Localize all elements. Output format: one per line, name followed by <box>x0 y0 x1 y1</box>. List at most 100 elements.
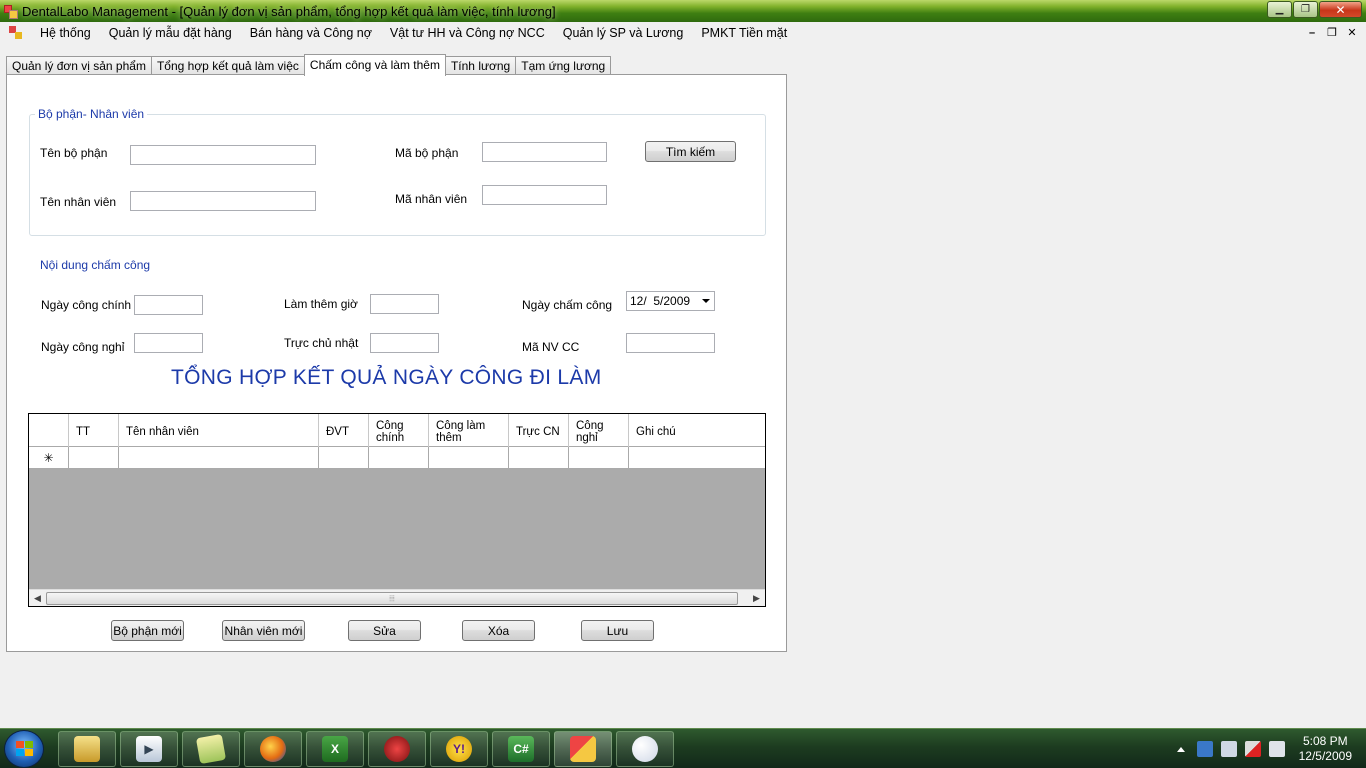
taskbar-csharp[interactable]: C# <box>492 731 550 767</box>
bluetooth-icon[interactable] <box>1196 741 1213 757</box>
firefox-icon <box>260 736 286 762</box>
taskbar-paint[interactable] <box>616 731 674 767</box>
cell-tt[interactable] <box>69 447 119 469</box>
grid-new-row[interactable]: ✳ <box>29 447 765 469</box>
scroll-thumb[interactable]: ⦙⦙⦙ <box>46 592 738 605</box>
cell-dvt[interactable] <box>319 447 369 469</box>
overtime-input[interactable] <box>370 294 439 314</box>
chevron-down-icon[interactable] <box>702 299 710 303</box>
taskbar: ▶ X Y! C# 5:08 PM 12/5/2009 <box>0 728 1366 768</box>
window-title: DentalLabo Management - [Quản lý đơn vị … <box>22 3 556 19</box>
emp-name-input[interactable] <box>130 191 316 211</box>
column-header-cong-lam-them[interactable]: Công làm thêm <box>429 414 509 447</box>
dept-code-input[interactable] <box>482 142 607 162</box>
column-header-tt[interactable]: TT <box>69 414 119 447</box>
menu-quan-ly-sp-luong[interactable]: Quản lý SP và Lương <box>554 22 693 44</box>
network-icon[interactable] <box>1220 741 1237 757</box>
horizontal-scrollbar[interactable]: ◀ ⦙⦙⦙ ▶ <box>29 589 765 606</box>
taskbar-media-player[interactable]: ▶ <box>120 731 178 767</box>
show-hidden-icons-icon[interactable] <box>1176 746 1185 752</box>
dept-employee-group-title: Bộ phận- Nhân viên <box>35 107 148 121</box>
windows-logo-icon <box>16 741 34 758</box>
attendance-date-label: Ngày chấm công <box>522 298 613 312</box>
new-dept-button[interactable]: Bộ phận mới <box>111 620 184 641</box>
system-clock[interactable]: 5:08 PM 12/5/2009 <box>1299 734 1352 764</box>
clock-time: 5:08 PM <box>1302 734 1348 748</box>
tab-strip: Quản lý đơn vị sản phẩm Tổng hợp kết quả… <box>6 54 612 76</box>
column-header-cong-chinh[interactable]: Công chính <box>369 414 429 447</box>
column-header-dvt[interactable]: ĐVT <box>319 414 369 447</box>
taskbar-yahoo[interactable]: Y! <box>430 731 488 767</box>
taskbar-game[interactable] <box>368 731 426 767</box>
cell-ten-nhan-vien[interactable] <box>119 447 319 469</box>
tab-panel: Bộ phận- Nhân viên Tên bộ phận Mã bộ phậ… <box>6 74 787 652</box>
maximize-button[interactable]: ❐ <box>1293 1 1318 18</box>
taskbar-dentallabo[interactable] <box>554 731 612 767</box>
scroll-left-icon[interactable]: ◀ <box>29 590 46 606</box>
attendance-grid[interactable]: TT Tên nhân viên ĐVT Công chính Công làm… <box>28 413 766 607</box>
main-days-input[interactable] <box>134 295 203 315</box>
close-button[interactable]: ✕ <box>1319 1 1362 18</box>
delete-button[interactable]: Xóa <box>462 620 535 641</box>
mdi-restore-icon[interactable]: ❐ <box>1322 26 1342 40</box>
dept-employee-groupbox <box>29 114 766 236</box>
column-header-cong-nghi[interactable]: Công nghỉ <box>569 414 629 447</box>
taskbar-explorer[interactable] <box>58 731 116 767</box>
volume-muted-icon[interactable] <box>1244 741 1261 757</box>
save-button[interactable]: Lưu <box>581 620 654 641</box>
grid-header: TT Tên nhân viên ĐVT Công chính Công làm… <box>29 414 765 447</box>
tab-tam-ung-luong[interactable]: Tạm ứng lương <box>515 56 612 75</box>
taskbar-firefox[interactable] <box>244 731 302 767</box>
off-days-input[interactable] <box>134 333 203 353</box>
cell-cong-lam-them[interactable] <box>429 447 509 469</box>
cell-truc-cn[interactable] <box>509 447 569 469</box>
mdi-child-icon[interactable] <box>9 26 23 40</box>
column-header-truc-cn[interactable]: Trực CN <box>509 414 569 447</box>
sunday-duty-input[interactable] <box>370 333 439 353</box>
emp-name-label: Tên nhân viên <box>40 195 117 209</box>
dept-name-label: Tên bộ phận <box>40 146 108 160</box>
dept-code-label: Mã bộ phận <box>395 146 459 160</box>
app-icon <box>3 4 18 19</box>
tab-tinh-luong[interactable]: Tính lương <box>444 56 517 75</box>
window-controls: ▁ ❐ ✕ <box>1266 1 1362 18</box>
search-button[interactable]: Tìm kiếm <box>645 141 736 162</box>
new-row-marker-icon: ✳ <box>29 447 69 469</box>
menu-ban-hang-cong-no[interactable]: Bán hàng và Công nợ <box>241 22 381 44</box>
tab-tong-hop-ket-qua[interactable]: Tổng hợp kết quả làm việc <box>150 56 305 75</box>
emp-code-input[interactable] <box>482 185 607 205</box>
menu-vat-tu-cong-no-ncc[interactable]: Vật tư HH và Công nợ NCC <box>381 22 554 44</box>
cell-ghi-chu[interactable] <box>629 447 765 469</box>
cell-cong-chinh[interactable] <box>369 447 429 469</box>
sunday-duty-label: Trực chủ nhật <box>284 336 359 350</box>
emp-cc-input[interactable] <box>626 333 715 353</box>
menu-quan-ly-mau-dat-hang[interactable]: Quản lý mẫu đặt hàng <box>100 22 241 44</box>
menu-pmkt-tien-mat[interactable]: PMKT Tiền mặt <box>692 22 796 44</box>
attendance-date-value: 12/ 5/2009 <box>630 294 691 308</box>
menu-he-thong[interactable]: Hệ thống <box>31 22 100 44</box>
taskbar-excel[interactable]: X <box>306 731 364 767</box>
column-header-ghi-chu[interactable]: Ghi chú <box>629 414 765 447</box>
edit-button[interactable]: Sửa <box>348 620 421 641</box>
mdi-minimize-icon[interactable]: – <box>1302 26 1322 40</box>
mdi-close-icon[interactable]: ✕ <box>1342 26 1362 40</box>
cell-cong-nghi[interactable] <box>569 447 629 469</box>
summary-title: TỔNG HỢP KẾT QUẢ NGÀY CÔNG ĐI LÀM <box>171 366 602 389</box>
tab-cham-cong-lam-them[interactable]: Chấm công và làm thêm <box>303 54 446 76</box>
game-icon <box>384 736 410 762</box>
power-icon[interactable] <box>1268 741 1285 757</box>
start-button[interactable] <box>4 730 44 768</box>
dept-name-input[interactable] <box>130 145 316 165</box>
yahoo-messenger-icon: Y! <box>446 736 472 762</box>
media-player-icon: ▶ <box>136 736 162 762</box>
attendance-date-picker[interactable]: 12/ 5/2009 <box>626 291 715 311</box>
column-header-ten-nhan-vien[interactable]: Tên nhân viên <box>119 414 319 447</box>
tab-quan-ly-don-vi-san-pham[interactable]: Quản lý đơn vị sản phẩm <box>6 56 152 75</box>
minimize-button[interactable]: ▁ <box>1267 1 1292 18</box>
scroll-right-icon[interactable]: ▶ <box>748 590 765 606</box>
window-titlebar: DentalLabo Management - [Quản lý đơn vị … <box>0 0 1366 22</box>
taskbar-folder[interactable] <box>182 731 240 767</box>
new-employee-button[interactable]: Nhân viên mới <box>222 620 305 641</box>
row-header-corner <box>29 414 69 447</box>
off-days-label: Ngày công nghỉ <box>41 340 125 354</box>
